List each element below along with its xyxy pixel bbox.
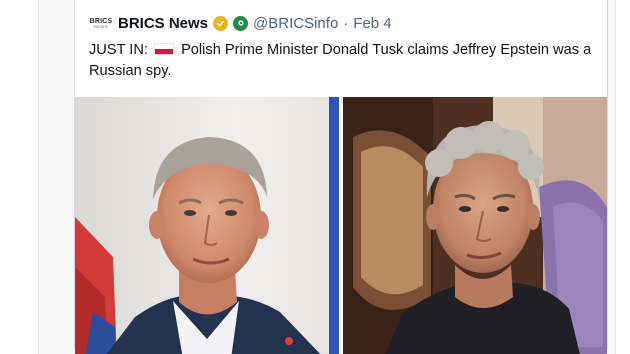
user-handle[interactable]: @BRICSinfo xyxy=(253,15,338,32)
green-affiliate-badge-icon xyxy=(233,15,249,31)
tweet-media-grid[interactable] xyxy=(75,97,607,354)
header-separator: · xyxy=(343,14,349,32)
poland-flag-icon xyxy=(154,43,174,55)
avatar-logo-subtext: NEWS xyxy=(94,23,108,29)
left-sidebar-strip xyxy=(0,0,39,354)
tweet-text-prefix: JUST IN: xyxy=(89,42,148,58)
avatar[interactable]: BRICS NEWS xyxy=(89,14,113,32)
screenshot-page: BRICS NEWS BRICS News @BRICSinfo · Feb 4… xyxy=(0,0,630,354)
right-sidebar-strip xyxy=(615,0,630,354)
tweet-date[interactable]: Feb 4 xyxy=(353,15,391,32)
tweet-text: JUST IN: Polish Prime Minister Donald Tu… xyxy=(89,40,594,82)
display-name[interactable]: BRICS News xyxy=(118,15,208,32)
gold-verified-badge-icon xyxy=(213,15,229,31)
photo-donald-tusk[interactable] xyxy=(75,97,339,354)
tweet-header: BRICS NEWS BRICS News @BRICSinfo · Feb 4 xyxy=(89,12,392,34)
quoted-tweet-card[interactable]: BRICS NEWS BRICS News @BRICSinfo · Feb 4… xyxy=(74,0,608,354)
photo-jeffrey-epstein[interactable] xyxy=(343,97,607,354)
